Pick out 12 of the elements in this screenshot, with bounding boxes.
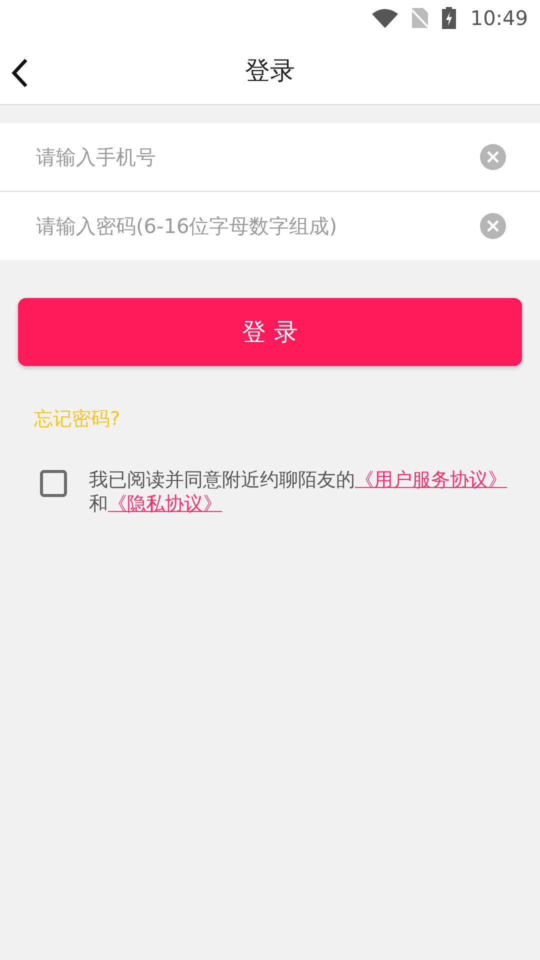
agree-checkbox[interactable] xyxy=(40,470,67,497)
wifi-icon xyxy=(372,8,398,28)
login-button[interactable]: 登 录 xyxy=(18,298,522,366)
agreement-text: 我已阅读并同意附近约聊陌友的《用户服务协议》 和《隐私协议》 xyxy=(89,468,508,516)
no-sim-icon xyxy=(412,8,428,28)
page-title: 登录 xyxy=(245,54,295,86)
privacy-link[interactable]: 《隐私协议》 xyxy=(108,493,222,515)
input-field[interactable]: 请输入密码(6-16位字母数字组成) xyxy=(34,213,480,239)
battery-charging-icon xyxy=(442,7,456,29)
terms-link[interactable]: 《用户服务协议》 xyxy=(355,469,507,491)
status-time: 10:49 xyxy=(470,6,528,30)
input-field[interactable]: 请输入手机号 xyxy=(34,144,480,170)
